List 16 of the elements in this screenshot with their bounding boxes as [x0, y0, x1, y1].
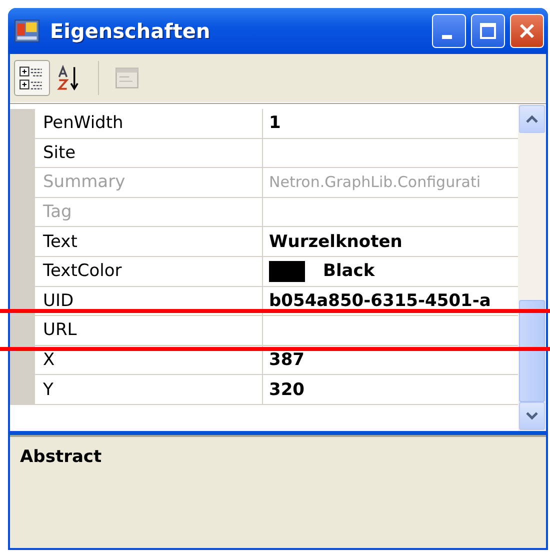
value-text: Netron.GraphLib.Configurati [269, 173, 480, 192]
value-text: Wurzelknoten [269, 232, 402, 252]
value-text: 320 [269, 380, 304, 400]
property-name[interactable]: Text [35, 227, 263, 257]
property-name[interactable]: TextColor [35, 256, 263, 287]
property-name[interactable]: PenWidth [35, 109, 263, 139]
value-text: 387 [269, 350, 304, 370]
window-title: Eigenschaften [50, 19, 212, 43]
property-name[interactable]: Site [35, 138, 263, 168]
property-name[interactable]: Y [35, 375, 263, 405]
description-title: Abstract [20, 447, 102, 467]
property-value[interactable]: Black [263, 256, 518, 287]
value-text: Black [323, 261, 375, 282]
property-name[interactable]: URL [35, 316, 263, 346]
value-text: b054a850-6315-4501-a [269, 290, 491, 311]
value-text: 1 [269, 113, 281, 134]
